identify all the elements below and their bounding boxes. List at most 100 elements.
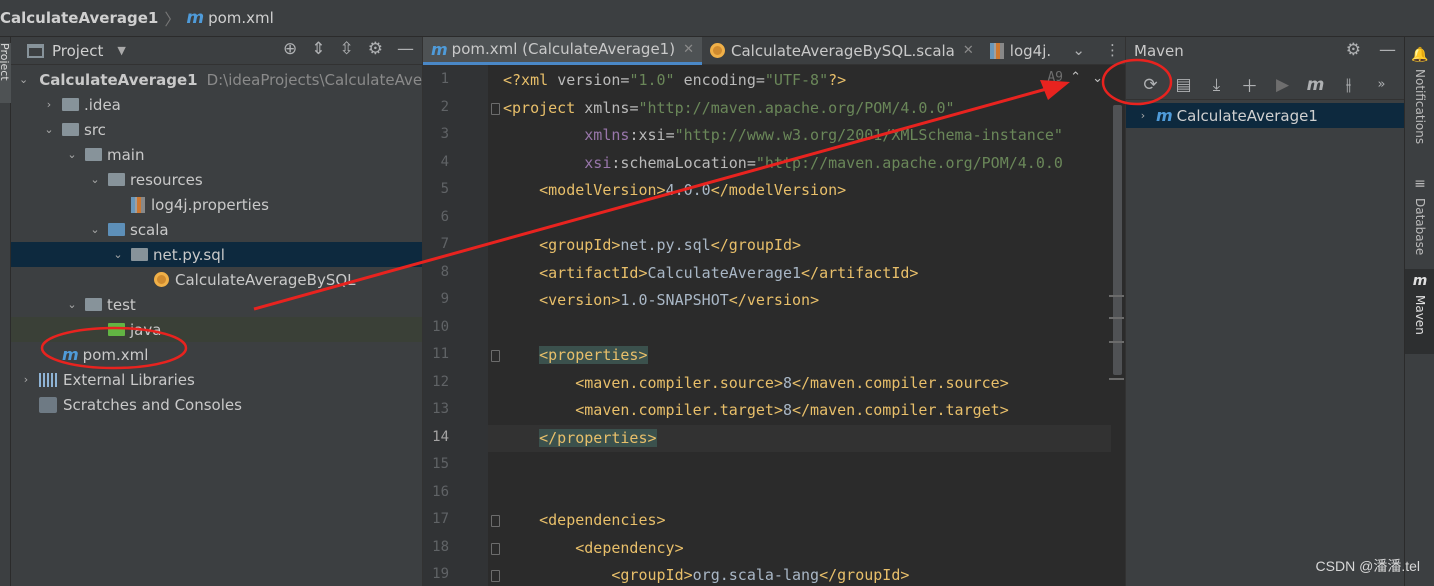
run-icon[interactable]: ▶: [1266, 72, 1299, 98]
gear-icon[interactable]: ⚙: [368, 39, 383, 59]
code-line: <properties>: [539, 346, 648, 364]
chevron-down-icon[interactable]: ⌄: [88, 173, 102, 186]
database-tool-tab[interactable]: ≡ Database: [1405, 172, 1434, 262]
scroll-thumb[interactable]: [1113, 105, 1122, 375]
tree-item[interactable]: ⌄ main: [11, 142, 422, 167]
folder-icon: [85, 148, 102, 161]
code-line: <modelVersion>4.0.0</modelVersion>: [539, 181, 847, 199]
more-icon[interactable]: ⋮: [1105, 41, 1120, 59]
maven-project-node[interactable]: › m CalculateAverage1: [1126, 103, 1405, 128]
line-number: 7: [440, 236, 449, 252]
tree-item-label: pom.xml: [82, 345, 149, 364]
tree-item-label: log4j.properties: [151, 195, 269, 214]
chevron-down-icon[interactable]: ⌄: [1072, 41, 1085, 59]
chevron-down-icon[interactable]: ⌄: [88, 223, 102, 236]
folder-icon: [62, 98, 79, 111]
right-tool-stripe: 🔔 Notifications ≡ Database m Maven: [1404, 37, 1434, 586]
tab-pom-xml[interactable]: m pom.xml (CalculateAverage1) ✕: [423, 36, 702, 65]
chevron-down-icon[interactable]: ⌄: [42, 123, 56, 136]
plus-icon[interactable]: ＋: [1233, 72, 1266, 98]
tree-item[interactable]: ⌄ CalculateAverage1 D:\ideaProjects\Calcul…: [11, 67, 422, 92]
editor-tabs: m pom.xml (CalculateAverage1) ✕ Calculat…: [423, 36, 1126, 65]
database-icon: ≡: [1414, 176, 1426, 192]
tab-log4j[interactable]: log4j.: [982, 37, 1059, 65]
chevron-right-icon[interactable]: ›: [19, 373, 33, 386]
tree-item[interactable]: CalculateAverageBySQL: [11, 267, 422, 292]
tab-calculateaveragebysql[interactable]: CalculateAverageBySQL.scala ✕: [702, 37, 982, 65]
breadcrumb-file[interactable]: pom.xml: [208, 9, 274, 27]
tab-label: CalculateAverageBySQL.scala: [730, 41, 955, 60]
collapse-all-icon[interactable]: ⇳: [340, 39, 354, 59]
tree-item[interactable]: java: [11, 317, 422, 342]
scroll-marker: [1109, 378, 1124, 380]
chevron-down-icon[interactable]: ⌄: [65, 148, 79, 161]
hide-icon[interactable]: —: [1379, 40, 1396, 60]
maven-icon: m: [186, 8, 205, 28]
more-icon[interactable]: »: [1365, 72, 1398, 98]
test-folder-icon: [108, 323, 125, 336]
close-icon[interactable]: ✕: [683, 42, 694, 57]
tree-item-label: src: [84, 120, 106, 139]
line-number: 11: [432, 346, 449, 362]
editor-scrollbar[interactable]: [1109, 65, 1126, 586]
tree-item[interactable]: › .idea: [11, 92, 422, 117]
tree-item[interactable]: ⌄ net.py.sql: [11, 242, 422, 267]
line-number: 2: [440, 98, 449, 115]
notifications-tool-tab[interactable]: 🔔 Notifications: [1405, 43, 1434, 163]
code-area[interactable]: A9 ⌃ ⌄ <?xml version="1.0" encoding="UTF…: [488, 65, 1111, 586]
left-tool-stripe: Project: [0, 37, 11, 586]
project-tool-tab[interactable]: Project: [0, 43, 11, 103]
tree-item[interactable]: ⌄ resources: [11, 167, 422, 192]
maven-tool-tab[interactable]: m Maven: [1405, 269, 1434, 354]
libraries-icon: [39, 372, 57, 387]
chevron-down-icon[interactable]: ⌄: [19, 73, 28, 86]
chevron-down-icon[interactable]: ⌄: [65, 298, 79, 311]
tree-item[interactable]: ⌄ test: [11, 292, 422, 317]
reload-icon[interactable]: ⟳: [1134, 72, 1167, 98]
download-icon[interactable]: ⤓: [1200, 72, 1233, 98]
gear-icon[interactable]: ⚙: [1346, 40, 1361, 60]
line-gutter: 1 2 3 4 5 6 7 8 9 10 11 12 13 14 15 16 17 18 19: [423, 65, 500, 586]
tree-item[interactable]: ⌄ scala: [11, 217, 422, 242]
close-icon[interactable]: ✕: [963, 43, 974, 58]
line-number: 16: [432, 483, 449, 500]
expand-all-icon[interactable]: ⇕: [311, 39, 325, 59]
line-number: 4: [440, 153, 449, 170]
tree-item[interactable]: › External Libraries: [11, 367, 422, 392]
database-label: Database: [1413, 198, 1427, 256]
code-line: <maven.compiler.target>8</maven.compiler…: [575, 401, 1009, 419]
scratches-icon: [39, 396, 57, 413]
chevron-right-icon[interactable]: ›: [42, 98, 56, 111]
chevron-down-icon[interactable]: ▼: [117, 44, 125, 57]
code-line: <project xmlns="http://maven.apache.org/…: [503, 98, 955, 117]
project-view-selector[interactable]: Project: [52, 42, 103, 60]
maven-goal-icon[interactable]: m: [1299, 72, 1332, 98]
tab-label: pom.xml (CalculateAverage1): [451, 40, 676, 58]
tree-item-label: CalculateAverageBySQL: [175, 270, 356, 289]
editor: m pom.xml (CalculateAverage1) ✕ Calculat…: [422, 36, 1126, 586]
tree-item-label: java: [130, 320, 162, 339]
line-number: 10: [432, 318, 449, 335]
chevron-right-icon[interactable]: ›: [1136, 109, 1150, 122]
tree-item-label: main: [107, 145, 145, 164]
locate-icon[interactable]: ⊕: [283, 39, 297, 59]
bell-icon: 🔔: [1411, 47, 1429, 63]
tree-item[interactable]: m pom.xml: [11, 342, 422, 367]
tree-item[interactable]: ⌄ src: [11, 117, 422, 142]
hide-icon[interactable]: —: [397, 39, 414, 59]
maven-icon: m: [431, 39, 448, 59]
tree-item[interactable]: Scratches and Consoles: [11, 392, 422, 417]
properties-icon: [989, 42, 1004, 59]
breadcrumb-project[interactable]: CalculateAverage1: [0, 9, 158, 27]
tree-item-label: .idea: [84, 95, 121, 114]
scala-icon: [709, 43, 725, 58]
folder-icon: [85, 298, 102, 311]
code-line: <artifactId>CalculateAverage1</artifactI…: [539, 263, 919, 282]
tree-item[interactable]: log4j.properties: [11, 192, 422, 217]
add-source-icon[interactable]: ▤: [1167, 72, 1200, 98]
chevron-down-icon[interactable]: ⌄: [111, 248, 125, 261]
toggle-offline-icon[interactable]: ⫲: [1332, 72, 1365, 98]
maven-project-icon: m: [1156, 106, 1173, 125]
